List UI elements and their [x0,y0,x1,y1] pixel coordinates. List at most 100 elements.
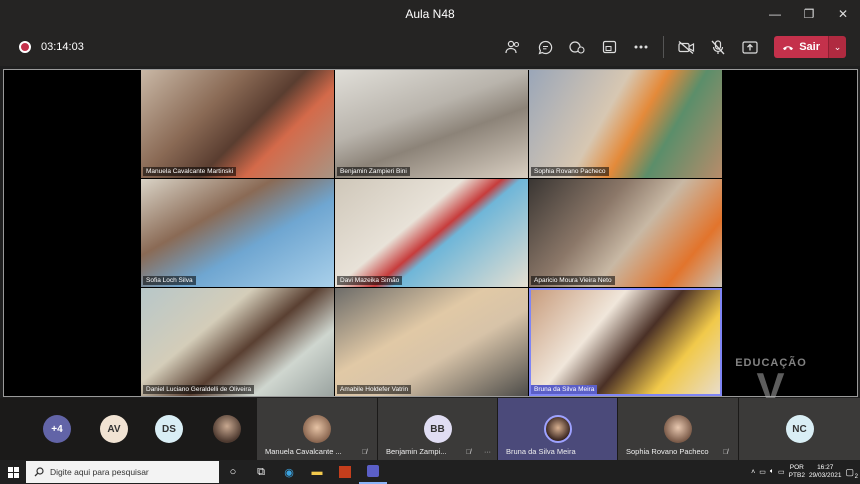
leave-button-group: Sair ⌄ [774,36,846,58]
taskbar-search[interactable]: Digite aqui para pesquisar [26,461,219,483]
participant-strip: +4 AV DS Manuela Cavalcante ... 🎙̸ BB Be… [0,398,860,460]
mic-off-icon: 🎙̸ [722,449,728,456]
avatar-photo [543,415,572,443]
language-code: POR [789,464,804,471]
roster-name: Benjamin Zampi... [386,447,447,456]
battery-icon[interactable]: ▭ [778,468,785,476]
more-actions-button[interactable] [625,32,657,62]
roster-tile[interactable]: NC [738,398,860,460]
clock-time: 16:27 [817,464,834,471]
search-icon [34,467,44,477]
people-icon [505,40,520,54]
powerpoint-icon [339,466,351,478]
mic-toggle-button[interactable] [702,32,734,62]
participant-name: Sofia Loch Silva [143,276,196,285]
video-tile[interactable]: Sofia Loch Silva [141,179,334,287]
camera-off-icon [678,40,694,54]
meeting-timer: 03:14:03 [41,41,84,53]
task-view-button[interactable]: ⧉ [247,460,275,484]
windows-icon [7,466,19,478]
window-controls: — ❐ ✕ [758,0,860,28]
roster-tile[interactable]: Sophia Rovano Pacheco 🎙̸ [617,398,738,460]
meeting-toolbar: 03:14:03 Sair ⌄ [0,28,860,66]
mic-off-icon [711,39,725,54]
breakout-rooms-icon [602,40,616,54]
restore-button[interactable]: ❐ [792,0,826,28]
window-title: Aula N48 [405,7,455,21]
recording-icon [19,41,31,53]
close-button[interactable]: ✕ [826,0,860,28]
task-view-icon: ⧉ [257,465,265,478]
camera-toggle-button[interactable] [670,32,702,62]
rooms-button[interactable] [593,32,625,62]
video-grid: Manuela Cavalcante Martinski Benjamin Za… [141,70,722,396]
search-placeholder: Digite aqui para pesquisar [50,467,149,477]
avatar-photo [303,415,331,443]
participant-name: Bruna da Silva Meira [531,385,598,394]
mic-off-icon: 🎙̸ [361,449,367,456]
video-tile[interactable]: Manuela Cavalcante Martinski [141,70,334,178]
file-explorer-app[interactable]: ▬ [303,460,331,484]
toolbar-divider [663,36,665,58]
keyboard-layout: PTB2 [788,472,805,479]
leave-button[interactable]: Sair [774,36,828,58]
mic-off-icon: 🎙̸ [465,449,471,456]
roster-name: Manuela Cavalcante ... [265,447,342,456]
start-button[interactable] [0,460,26,484]
share-button[interactable] [734,32,766,62]
edge-icon: ◉ [284,466,294,479]
language-indicator[interactable]: POR PTB2 [789,464,805,480]
volume-icon[interactable]: 🔈︎ [770,468,774,476]
participant-name: Amabile Holdefer Vatrin [337,385,412,394]
roster-tile[interactable]: Manuela Cavalcante ... 🎙̸ [256,398,377,460]
clock[interactable]: 16:27 29/03/2021 [809,464,842,480]
reactions-button[interactable] [561,32,593,62]
avatar[interactable]: AV [100,415,128,443]
network-icon[interactable]: ▭ [759,468,766,476]
system-tray: ˄ ▭ 🔈︎ ▭ POR PTB2 16:27 29/03/2021 ▢ 2 [751,460,860,484]
leave-label: Sair [799,41,820,53]
notifications-button[interactable]: ▢ 2 [845,467,858,480]
video-tile-active-speaker[interactable]: Bruna da Silva Meira [529,288,722,396]
video-tile[interactable]: Aparicio Moura Vieira Neto [529,179,722,287]
circle-icon: ○ [229,466,237,478]
cortana-button[interactable]: ○ [219,460,247,484]
more-options-icon[interactable]: ··· [484,449,491,456]
powerpoint-app[interactable] [331,460,359,484]
video-tile[interactable]: Davi Mazeika Simão [335,179,528,287]
video-tile[interactable]: Daniel Luciano Geraldelli de Oliveira [141,288,334,396]
overflow-count-avatar[interactable]: +4 [43,415,71,443]
chat-button[interactable] [529,32,561,62]
leave-options-dropdown[interactable]: ⌄ [828,36,846,58]
participant-name: Daniel Luciano Geraldelli de Oliveira [143,385,255,394]
edge-app[interactable]: ◉ [275,460,303,484]
avatar-photo [664,415,692,443]
avatar[interactable]: DS [155,415,183,443]
participants-button[interactable] [497,32,529,62]
folder-icon: ▬ [311,466,323,478]
roster-tile[interactable]: BB Benjamin Zampi... 🎙̸ ··· [377,398,497,460]
participant-name: Benjamin Zampieri Bini [337,167,410,176]
video-tile[interactable]: Benjamin Zampieri Bini [335,70,528,178]
roster-tile-active[interactable]: Bruna da Silva Meira [497,398,617,460]
video-stage: Manuela Cavalcante Martinski Benjamin Za… [3,69,858,409]
chat-icon [538,40,552,54]
participant-name: Aparicio Moura Vieira Neto [531,276,615,285]
title-bar: Aula N48 — ❐ ✕ [0,0,860,28]
avatar-photo[interactable] [213,415,241,443]
notification-count: 2 [854,473,858,480]
clock-date: 29/03/2021 [808,472,842,479]
participant-name: Davi Mazeika Simão [337,276,403,285]
teams-icon [367,465,379,477]
avatar: NC [785,415,814,443]
phone-hangup-icon [783,45,794,50]
taskbar: Digite aqui para pesquisar ○ ⧉ ◉ ▬ ˄ ▭ 🔈… [0,460,860,484]
roster-name: Bruna da Silva Meira [506,447,576,456]
video-tile[interactable]: Sophia Rovano Pacheco [529,70,722,178]
roster-name: Sophia Rovano Pacheco [626,447,709,456]
minimize-button[interactable]: — [758,0,792,28]
teams-app[interactable] [359,460,387,484]
share-screen-icon [742,40,758,54]
chevron-up-icon[interactable]: ˄ [751,469,755,476]
video-tile[interactable]: Amabile Holdefer Vatrin [335,288,528,396]
